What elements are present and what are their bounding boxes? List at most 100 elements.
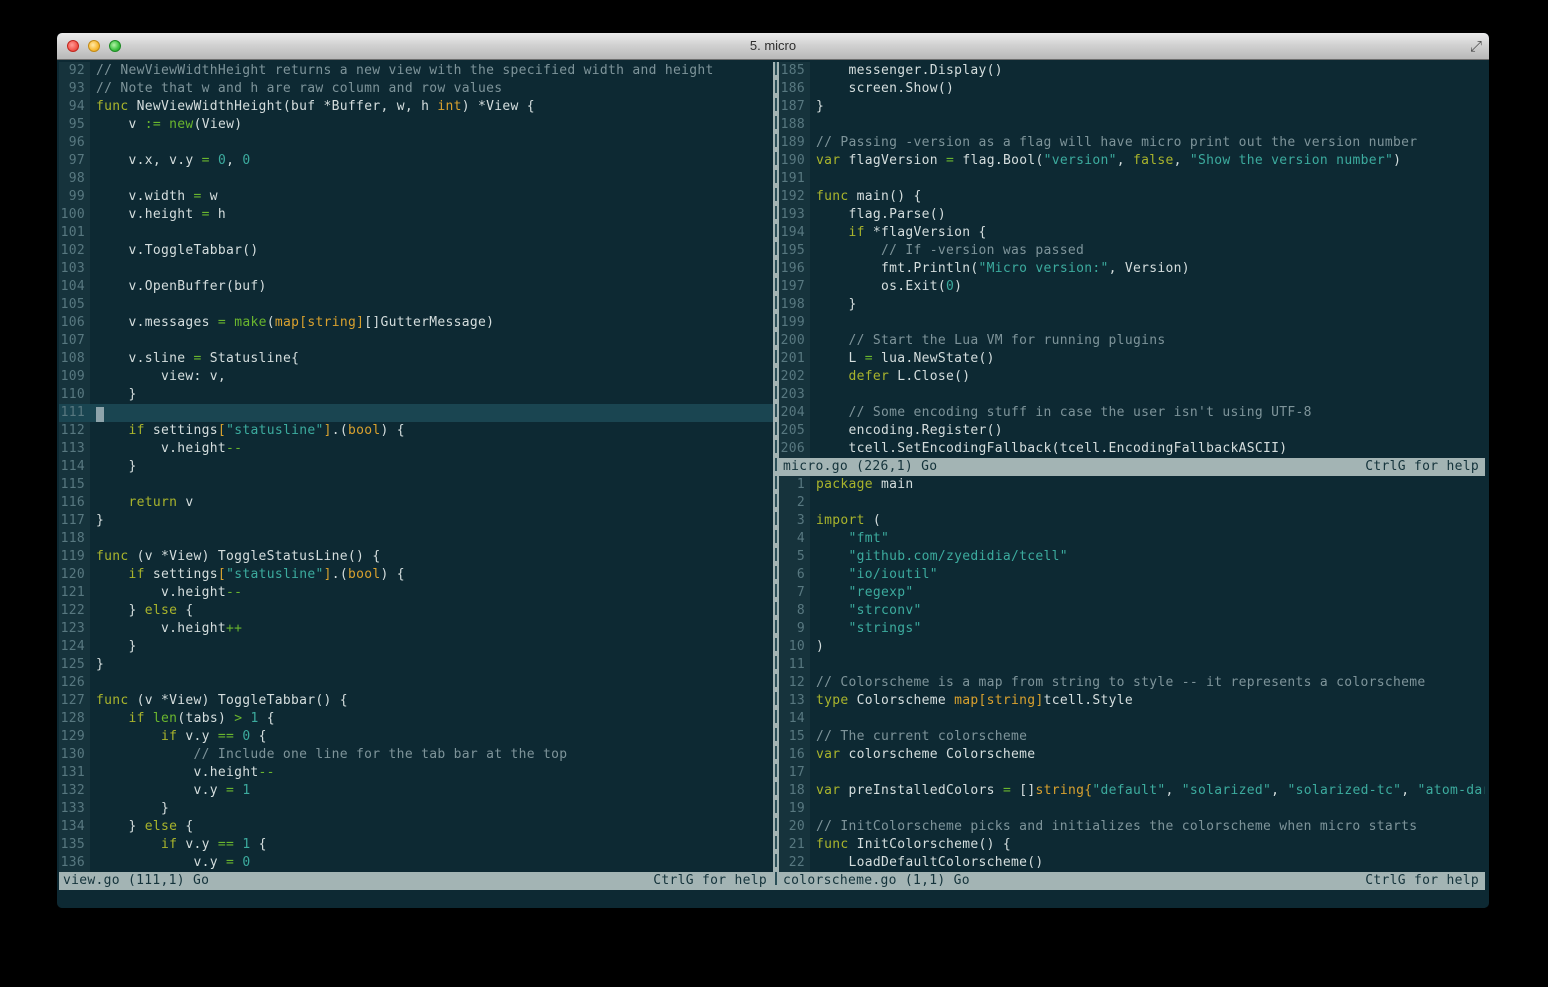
code-line[interactable]: 12// Colorscheme is a map from string to… [779,674,1485,692]
code-line[interactable]: 186 screen.Show() [779,80,1485,98]
code-line[interactable]: 18var preInstalledColors = []string{"def… [779,782,1485,800]
code-line[interactable]: 20// InitColorscheme picks and initializ… [779,818,1485,836]
code-line[interactable]: 203 [779,386,1485,404]
code-line[interactable]: 120 if settings["statusline"].(bool) { [59,566,773,584]
code-line[interactable]: 6 "io/ioutil" [779,566,1485,584]
code-line[interactable]: 199 [779,314,1485,332]
code-line[interactable]: 126 [59,674,773,692]
code-line[interactable]: 201 L = lua.NewState() [779,350,1485,368]
code-line[interactable]: 8 "strconv" [779,602,1485,620]
code-line[interactable]: 22 LoadDefaultColorscheme() [779,854,1485,872]
code-line[interactable]: 101 [59,224,773,242]
code-line[interactable]: 192func main() { [779,188,1485,206]
code-line[interactable]: 129 if v.y == 0 { [59,728,773,746]
code-line[interactable]: 11 [779,656,1485,674]
code-line[interactable]: 133 } [59,800,773,818]
code-line[interactable]: 121 v.height-- [59,584,773,602]
pane-divider[interactable] [773,62,779,890]
code-line[interactable]: 7 "regexp" [779,584,1485,602]
code-line[interactable]: 114 } [59,458,773,476]
code-line[interactable]: 205 encoding.Register() [779,422,1485,440]
close-button[interactable] [67,40,79,52]
code-line[interactable]: 106 v.messages = make(map[string][]Gutte… [59,314,773,332]
code-line[interactable]: 94func NewViewWidthHeight(buf *Buffer, w… [59,98,773,116]
code-line[interactable]: 132 v.y = 1 [59,782,773,800]
code-line[interactable]: 117} [59,512,773,530]
code-area-view-go[interactable]: 92// NewViewWidthHeight returns a new vi… [59,62,773,872]
code-line[interactable]: 200 // Start the Lua VM for running plug… [779,332,1485,350]
code-line[interactable]: 98 [59,170,773,188]
code-line[interactable]: 112 if settings["statusline"].(bool) { [59,422,773,440]
code-line[interactable]: 108 v.sline = Statusline{ [59,350,773,368]
code-line[interactable]: 5 "github.com/zyedidia/tcell" [779,548,1485,566]
code-line[interactable]: 124 } [59,638,773,656]
code-line[interactable]: 2 [779,494,1485,512]
code-line[interactable]: 95 v := new(View) [59,116,773,134]
code-line[interactable]: 109 view: v, [59,368,773,386]
code-line[interactable]: 21func InitColorscheme() { [779,836,1485,854]
code-line[interactable]: 111 [59,404,773,422]
code-line[interactable]: 105 [59,296,773,314]
code-line[interactable]: 97 v.x, v.y = 0, 0 [59,152,773,170]
code-line[interactable]: 96 [59,134,773,152]
code-line[interactable]: 116 return v [59,494,773,512]
code-line[interactable]: 125} [59,656,773,674]
code-line[interactable]: 9 "strings" [779,620,1485,638]
code-area-colorscheme-go[interactable]: 1package main23import (4 "fmt"5 "github.… [779,476,1485,872]
code-line[interactable]: 110 } [59,386,773,404]
code-line[interactable]: 134 } else { [59,818,773,836]
code-line[interactable]: 190var flagVersion = flag.Bool("version"… [779,152,1485,170]
code-line[interactable]: 127func (v *View) ToggleTabbar() { [59,692,773,710]
line-code: v.y = 0 [90,854,773,872]
code-line[interactable]: 99 v.width = w [59,188,773,206]
code-line[interactable]: 119func (v *View) ToggleStatusLine() { [59,548,773,566]
code-line[interactable]: 102 v.ToggleTabbar() [59,242,773,260]
code-line[interactable]: 195 // If -version was passed [779,242,1485,260]
fullscreen-resize-icon[interactable]: ⤢ [1470,36,1482,56]
code-line[interactable]: 17 [779,764,1485,782]
code-line[interactable]: 113 v.height-- [59,440,773,458]
code-line[interactable]: 131 v.height-- [59,764,773,782]
code-line[interactable]: 19 [779,800,1485,818]
code-line[interactable]: 189// Passing -version as a flag will ha… [779,134,1485,152]
zoom-button[interactable] [109,40,121,52]
code-line[interactable]: 10) [779,638,1485,656]
code-line[interactable]: 187} [779,98,1485,116]
code-area-micro-go[interactable]: 185 messenger.Display()186 screen.Show()… [779,62,1485,458]
code-line[interactable]: 1package main [779,476,1485,494]
code-line[interactable]: 118 [59,530,773,548]
code-line[interactable]: 14 [779,710,1485,728]
code-line[interactable]: 130 // Include one line for the tab bar … [59,746,773,764]
code-line[interactable]: 202 defer L.Close() [779,368,1485,386]
code-line[interactable]: 185 messenger.Display() [779,62,1485,80]
code-line[interactable]: 15// The current colorscheme [779,728,1485,746]
code-line[interactable]: 193 flag.Parse() [779,206,1485,224]
code-line[interactable]: 93// Note that w and h are raw column an… [59,80,773,98]
minimize-button[interactable] [88,40,100,52]
code-line[interactable]: 92// NewViewWidthHeight returns a new vi… [59,62,773,80]
code-line[interactable]: 136 v.y = 0 [59,854,773,872]
code-line[interactable]: 191 [779,170,1485,188]
code-line[interactable]: 3import ( [779,512,1485,530]
code-line[interactable]: 13type Colorscheme map[string]tcell.Styl… [779,692,1485,710]
code-line[interactable]: 4 "fmt" [779,530,1485,548]
code-line[interactable]: 103 [59,260,773,278]
code-line[interactable]: 122 } else { [59,602,773,620]
command-bar[interactable] [59,890,1485,908]
code-line[interactable]: 104 v.OpenBuffer(buf) [59,278,773,296]
code-line[interactable]: 188 [779,116,1485,134]
code-line[interactable]: 206 tcell.SetEncodingFallback(tcell.Enco… [779,440,1485,458]
code-line[interactable]: 123 v.height++ [59,620,773,638]
code-line[interactable]: 115 [59,476,773,494]
code-line[interactable]: 204 // Some encoding stuff in case the u… [779,404,1485,422]
code-line[interactable]: 194 if *flagVersion { [779,224,1485,242]
code-line[interactable]: 198 } [779,296,1485,314]
code-line[interactable]: 197 os.Exit(0) [779,278,1485,296]
code-line[interactable]: 196 fmt.Println("Micro version:", Versio… [779,260,1485,278]
titlebar[interactable]: 5. micro ⤢ [57,33,1489,60]
code-line[interactable]: 107 [59,332,773,350]
code-line[interactable]: 16var colorscheme Colorscheme [779,746,1485,764]
code-line[interactable]: 135 if v.y == 1 { [59,836,773,854]
code-line[interactable]: 128 if len(tabs) > 1 { [59,710,773,728]
code-line[interactable]: 100 v.height = h [59,206,773,224]
